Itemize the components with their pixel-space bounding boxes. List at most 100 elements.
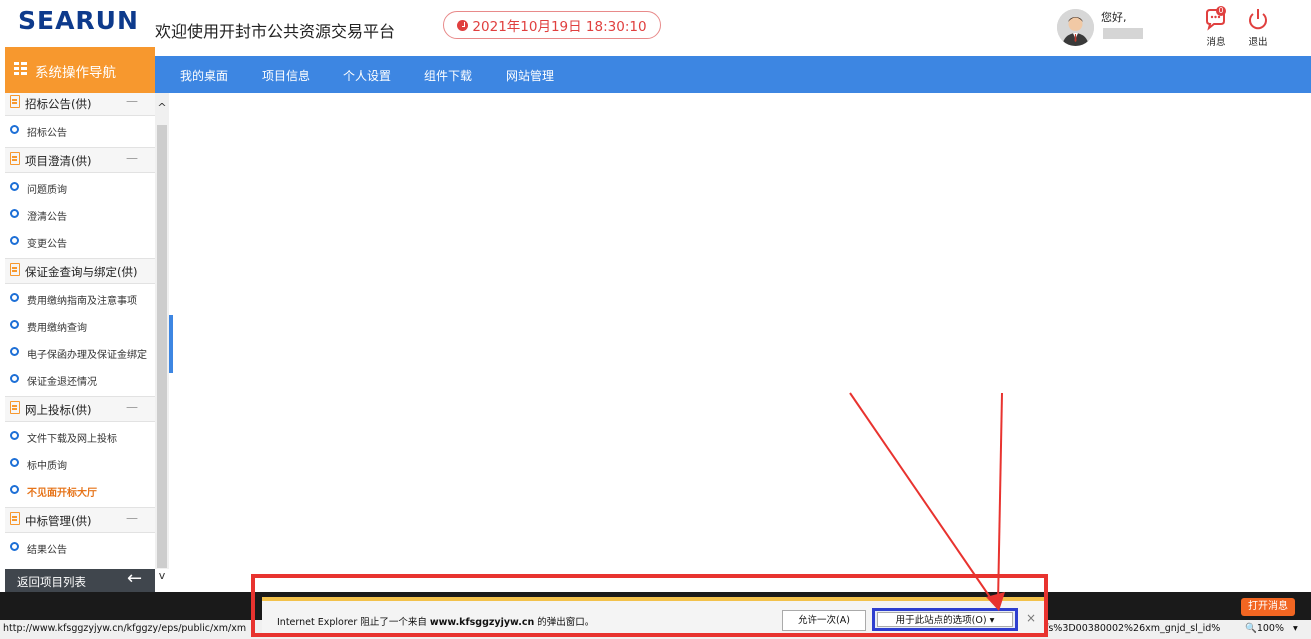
nav-project-info[interactable]: 项目信息 [262, 67, 310, 84]
sidebar-group-bid-notice[interactable]: 招标公告(供) — [5, 93, 155, 116]
popup-blocked-message: Internet Explorer 阻止了一个来自 www.kfsggzyjyw… [277, 614, 594, 628]
magnifier-icon: 🔍 [1245, 623, 1257, 634]
clock-icon [457, 19, 469, 31]
bullet-icon [10, 320, 19, 329]
item-label: 费用缴纳查询 [27, 323, 87, 334]
nav-site-management[interactable]: 网站管理 [506, 67, 554, 84]
person-icon [1057, 9, 1094, 46]
menu-grid-icon [14, 62, 27, 75]
item-label: 电子保函办理及保证金绑定 [27, 350, 147, 361]
avatar[interactable] [1057, 9, 1094, 46]
site-title: 欢迎使用开封市公共资源交易平台 [155, 22, 396, 41]
sidebar-nav-toggle[interactable]: 系统操作导航 [5, 47, 155, 93]
bullet-icon [10, 431, 19, 440]
power-icon [1249, 9, 1267, 30]
message-count-badge: 0 [1216, 6, 1226, 16]
username-redacted [1103, 28, 1143, 39]
sidebar-item-clarify-notice[interactable]: 澄清公告 [5, 201, 155, 227]
bullet-icon [10, 542, 19, 551]
sidebar-item-remote-opening-hall[interactable]: 不见面开标大厅 [5, 477, 155, 503]
datetime-text: 2021年10月19日 18:30:10 [472, 19, 647, 35]
bullet-icon [10, 293, 19, 302]
document-icon [10, 401, 20, 414]
sidebar-item-result-notice[interactable]: 结果公告 [5, 534, 155, 560]
datetime-display: 2021年10月19日 18:30:10 [443, 11, 661, 39]
main-nav: 我的桌面 项目信息 个人设置 组件下载 网站管理 [155, 56, 1311, 93]
item-label: 结果公告 [27, 545, 67, 556]
collapse-icon[interactable]: — [126, 151, 138, 165]
collapse-icon[interactable]: — [126, 400, 138, 414]
group-label: 中标管理(供) [25, 514, 92, 528]
nav-component-download[interactable]: 组件下载 [424, 67, 472, 84]
group-label: 网上投标(供) [25, 403, 92, 417]
nav-my-desktop[interactable]: 我的桌面 [180, 67, 228, 84]
chevron-up-icon[interactable]: ^ [155, 101, 169, 115]
sidebar-item-file-download[interactable]: 文件下载及网上投标 [5, 423, 155, 449]
item-label: 文件下载及网上投标 [27, 434, 117, 445]
sidebar-item-bid-question[interactable]: 标中质询 [5, 450, 155, 476]
status-url: http://www.kfsggzyjyw.cn/kfggzy/eps/publ… [3, 623, 247, 634]
bullet-icon [10, 125, 19, 134]
bullet-icon [10, 347, 19, 356]
logout-label: 退出 [1248, 37, 1268, 48]
sidebar-item-fee-guide[interactable]: 费用缴纳指南及注意事项 [5, 285, 155, 311]
sidebar-scrollbar[interactable]: ^ [155, 93, 169, 569]
ie-popup-blocker-bar: Internet Explorer 阻止了一个来自 www.kfsggzyjyw… [262, 597, 1046, 637]
arrow-left-icon: ← [127, 568, 143, 589]
item-label: 澄清公告 [27, 212, 67, 223]
site-options-button[interactable]: 用于此站点的选项(O) ▾ [872, 608, 1018, 631]
sidebar-collapse-handle[interactable] [169, 315, 173, 373]
document-icon [10, 152, 20, 165]
site-options-label: 用于此站点的选项(O) ▾ [877, 612, 1013, 627]
collapse-icon[interactable]: — [126, 511, 138, 525]
scrollbar-thumb[interactable] [157, 125, 167, 568]
sidebar: 招标公告(供) — 招标公告 项目澄清(供) — 问题质询 澄清公告 变更公告 … [5, 93, 156, 569]
bullet-icon [10, 458, 19, 467]
chevron-down-icon[interactable]: v [155, 569, 169, 583]
document-icon [10, 512, 20, 525]
item-label: 费用缴纳指南及注意事项 [27, 296, 137, 307]
sidebar-item-change-notice[interactable]: 变更公告 [5, 228, 155, 254]
searun-logo: SEARUN [18, 6, 139, 35]
back-label: 返回项目列表 [17, 575, 86, 589]
open-messages-button[interactable]: 打开消息 [1241, 598, 1295, 616]
sidebar-item-bid-notice[interactable]: 招标公告 [5, 117, 155, 143]
sidebar-group-online-bid[interactable]: 网上投标(供) — [5, 396, 155, 422]
zoom-dropdown-icon[interactable]: ▾ [1293, 623, 1298, 634]
messages-button[interactable]: 0 消息 [1201, 6, 1231, 48]
annotation-arrows [849, 392, 1005, 611]
logout-button[interactable]: 退出 [1243, 7, 1273, 48]
sidebar-group-award[interactable]: 中标管理(供) — [5, 507, 155, 533]
bullet-icon [10, 236, 19, 245]
collapse-icon[interactable]: — [126, 94, 138, 108]
back-to-project-list-button[interactable]: 返回项目列表 ← [5, 568, 155, 592]
sidebar-item-question[interactable]: 问题质询 [5, 174, 155, 200]
item-label: 变更公告 [27, 239, 67, 250]
zoom-level[interactable]: 🔍100% [1245, 623, 1284, 634]
top-header: SEARUN 欢迎使用开封市公共资源交易平台 2021年10月19日 18:30… [0, 0, 1311, 48]
caret-down-icon: ▾ [989, 615, 995, 626]
item-label: 标中质询 [27, 461, 67, 472]
sidebar-group-deposit[interactable]: 保证金查询与绑定(供) [5, 258, 155, 284]
item-label: 问题质询 [27, 185, 67, 196]
close-icon[interactable]: × [1026, 611, 1036, 625]
sidebar-item-deposit-refund[interactable]: 保证金退还情况 [5, 366, 155, 392]
popup-domain: www.kfsggzyjyw.cn [429, 617, 535, 628]
sidebar-item-e-guarantee[interactable]: 电子保函办理及保证金绑定 [5, 339, 155, 365]
popup-text-prefix: Internet Explorer 阻止了一个来自 [277, 617, 430, 628]
messages-label: 消息 [1206, 37, 1226, 48]
allow-once-button[interactable]: 允许一次(A) [782, 610, 866, 631]
nav-personal-settings[interactable]: 个人设置 [343, 67, 391, 84]
sidebar-toggle-label: 系统操作导航 [35, 65, 116, 81]
document-icon [10, 95, 20, 108]
bullet-icon [10, 209, 19, 218]
item-label: 招标公告 [27, 128, 67, 139]
sidebar-group-clarification[interactable]: 项目澄清(供) — [5, 147, 155, 173]
popup-text-suffix: 的弹出窗口。 [534, 617, 595, 628]
item-label: 保证金退还情况 [27, 377, 97, 388]
bullet-icon [10, 182, 19, 191]
zoom-value: 100% [1256, 623, 1285, 634]
sidebar-item-fee-query[interactable]: 费用缴纳查询 [5, 312, 155, 338]
group-label: 保证金查询与绑定(供) [25, 265, 138, 279]
options-text: 用于此站点的选项(O) [895, 615, 987, 626]
